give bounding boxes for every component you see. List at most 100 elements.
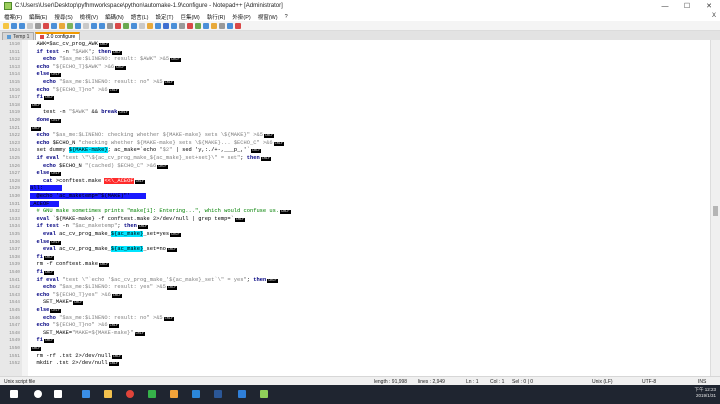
toolbar-icon-15[interactable] [123, 22, 129, 29]
code-line[interactable]: 1511 if test -n "$AWK"; then CRLF [0, 49, 711, 57]
toolbar-icon-14[interactable] [115, 22, 121, 29]
status-eol[interactable]: Unix (LF) [592, 379, 613, 385]
app-icon[interactable] [168, 388, 180, 400]
code-line[interactable]: 1547 echo "${ECHO_T}no" >&6 CRLF [0, 322, 711, 330]
code-line[interactable]: 1515 echo "$as_me:$LINENO: result: no" >… [0, 79, 711, 87]
edge-icon[interactable] [80, 388, 92, 400]
code-line[interactable]: 1532 # GNU make sometimes prints "make[1… [0, 208, 711, 216]
code-line[interactable]: 1520 done CRLF [0, 117, 711, 125]
wechat-icon[interactable] [146, 388, 158, 400]
toolbar-icon-24[interactable] [195, 22, 201, 29]
toolbar-icon-13[interactable] [107, 22, 113, 29]
menu-item-0[interactable]: 檔案(F) [4, 13, 22, 21]
toolbar-icon-19[interactable] [155, 22, 161, 29]
code-line[interactable]: 1510 AWK=$ac_cv_prog_AWK CRLF [0, 41, 711, 49]
menu-item-2[interactable]: 搜尋(S) [54, 13, 72, 21]
word-icon[interactable] [212, 388, 224, 400]
status-encoding[interactable]: UTF-8 [642, 379, 656, 385]
toolbar-icon-10[interactable] [83, 22, 89, 29]
notepadpp-icon[interactable] [258, 388, 270, 400]
code-line[interactable]: 1543 echo "${ECHO_T}yes" >&6 CRLF [0, 292, 711, 300]
minimize-button[interactable]: — [654, 0, 676, 12]
toolbar-icon-23[interactable] [187, 22, 193, 29]
document-tab-0[interactable]: Temp 1 [2, 32, 35, 40]
system-clock[interactable]: 下午 12:23 2019/1/31 [694, 387, 716, 399]
toolbar-icon-16[interactable] [131, 22, 137, 29]
code-line[interactable]: 1548 SET_MAKE="MAKE=${MAKE-make}" CRLF [0, 330, 711, 338]
menu-item-10[interactable]: 視窗(W) [258, 13, 278, 21]
close-document-icon[interactable]: X [712, 13, 716, 19]
code-line[interactable]: 1552 mkdir .tst 2>/dev/null CRLF [0, 360, 711, 368]
menu-item-8[interactable]: 執行(R) [207, 13, 226, 21]
code-line[interactable]: 1528 cat >conftest.make <<\_ACEOF CRLF [0, 177, 711, 186]
code-line[interactable]: 1535 eval ac_cv_prog_make_${ac_make}_set… [0, 231, 711, 239]
code-line[interactable]: 1540 fi CRLF [0, 269, 711, 277]
code-line[interactable]: 1525 if eval "test \"\${ac_cv_prog_make_… [0, 155, 711, 163]
menu-item-9[interactable]: 外掛(P) [232, 13, 250, 21]
toolbar-icon-7[interactable] [59, 22, 65, 29]
code-line[interactable]: 1545 else CRLF [0, 307, 711, 315]
code-line[interactable]: 1550 CRLF [0, 345, 711, 353]
toolbar-icon-11[interactable] [91, 22, 97, 29]
maximize-button[interactable]: ☐ [676, 0, 698, 12]
toolbar-icon-12[interactable] [99, 22, 105, 29]
code-line[interactable]: 1530 @echo 'ac_maketemp="$(MAKE)"' [0, 193, 711, 201]
code-line[interactable]: 1513 echo "${ECHO_T}$AWK" >&6 CRLF [0, 64, 711, 72]
menu-item-7[interactable]: 巨集(M) [180, 13, 199, 21]
code-line[interactable]: 1521 CRLF [0, 125, 711, 133]
document-tab-1[interactable]: 2.0 configure [35, 32, 81, 40]
toolbar-icon-3[interactable] [27, 22, 33, 29]
code-line[interactable]: 1539 rm -f conftest.make CRLF [0, 261, 711, 269]
toolbar-icon-18[interactable] [147, 22, 153, 29]
code-line[interactable]: 1522 echo "$as_me:$LINENO: checking whet… [0, 132, 711, 140]
code-line[interactable]: 1544 SET_MAKE= CRLF [0, 299, 711, 307]
code-line[interactable]: 1518 CRLF [0, 102, 711, 110]
code-line[interactable]: 1534 if test -n "$ac_maketemp"; then CRLF [0, 223, 711, 231]
code-line[interactable]: 1514 else CRLF [0, 71, 711, 79]
toolbar-icon-25[interactable] [203, 22, 209, 29]
code-line[interactable]: 1512 echo "$as_me:$LINENO: result: $AWK"… [0, 56, 711, 64]
toolbar-icon-9[interactable] [75, 22, 81, 29]
vertical-scrollbar[interactable] [710, 40, 720, 376]
toolbar-icon-27[interactable] [219, 22, 225, 29]
code-editor[interactable]: 1510 AWK=$ac_cv_prog_AWK CRLF 1511 if test… [0, 40, 720, 376]
toolbar-icon-22[interactable] [179, 22, 185, 29]
code-line[interactable]: 1546 echo "$as_me:$LINENO: result: no" >… [0, 315, 711, 323]
search-icon[interactable] [32, 388, 44, 400]
toolbar-icon-1[interactable] [11, 22, 17, 29]
toolbar-icon-26[interactable] [211, 22, 217, 29]
toolbar-icon-2[interactable] [19, 22, 25, 29]
code-line[interactable]: 1519 test -n "$AWK" && break CRLF [0, 109, 711, 117]
toolbar-icon-29[interactable] [235, 22, 241, 29]
toolbar-icon-4[interactable] [35, 22, 41, 29]
code-line[interactable]: 1536 else CRLF [0, 239, 711, 247]
code-line[interactable]: 1517 fi CRLF [0, 94, 711, 102]
code-line[interactable]: 1549 fi CRLF [0, 337, 711, 345]
toolbar-icon-28[interactable] [227, 22, 233, 29]
menu-item-5[interactable]: 語言(L) [131, 13, 149, 21]
toolbar-icon-20[interactable] [163, 22, 169, 29]
code-line[interactable]: 1524 set dummy ${MAKE-make}; ac_make=`ec… [0, 147, 711, 155]
code-line[interactable]: 1527 else CRLF [0, 170, 711, 178]
toolbar-icon-8[interactable] [67, 22, 73, 29]
menu-item-11[interactable]: ? [285, 14, 288, 20]
toolbar-icon-21[interactable] [171, 22, 177, 29]
code-line[interactable]: 1533 eval `${MAKE-make} -f conftest.make… [0, 216, 711, 224]
code-line[interactable]: 1541 if eval "test \"`echo '$ac_cv_prog_… [0, 277, 711, 285]
code-line[interactable]: 1523 echo $ECHO_N "checking whether ${MA… [0, 140, 711, 148]
code-line[interactable]: 1537 eval ac_cv_prog_make_${ac_make}_set… [0, 246, 711, 254]
code-line[interactable]: 1551 rm -rf .tst 2>/dev/null CRLF [0, 353, 711, 361]
code-line[interactable]: 1531 _ACEOF [0, 200, 711, 209]
code-line[interactable]: 1526 echo $ECHO_N "(cached) $ECHO_C" >&6… [0, 163, 711, 171]
menu-item-1[interactable]: 編輯(E) [29, 13, 47, 21]
toolbar-icon-6[interactable] [51, 22, 57, 29]
code-line[interactable]: 1529 all: [0, 185, 711, 193]
menu-item-6[interactable]: 設定(T) [155, 13, 173, 21]
menu-item-3[interactable]: 檢視(V) [80, 13, 98, 21]
code-line[interactable]: 1538 fi CRLF [0, 254, 711, 262]
toolbar-icon-0[interactable] [3, 22, 9, 29]
task-view-icon[interactable] [52, 388, 64, 400]
file-explorer-icon[interactable] [102, 388, 114, 400]
store-icon[interactable] [190, 388, 202, 400]
toolbar-icon-17[interactable] [139, 22, 145, 29]
